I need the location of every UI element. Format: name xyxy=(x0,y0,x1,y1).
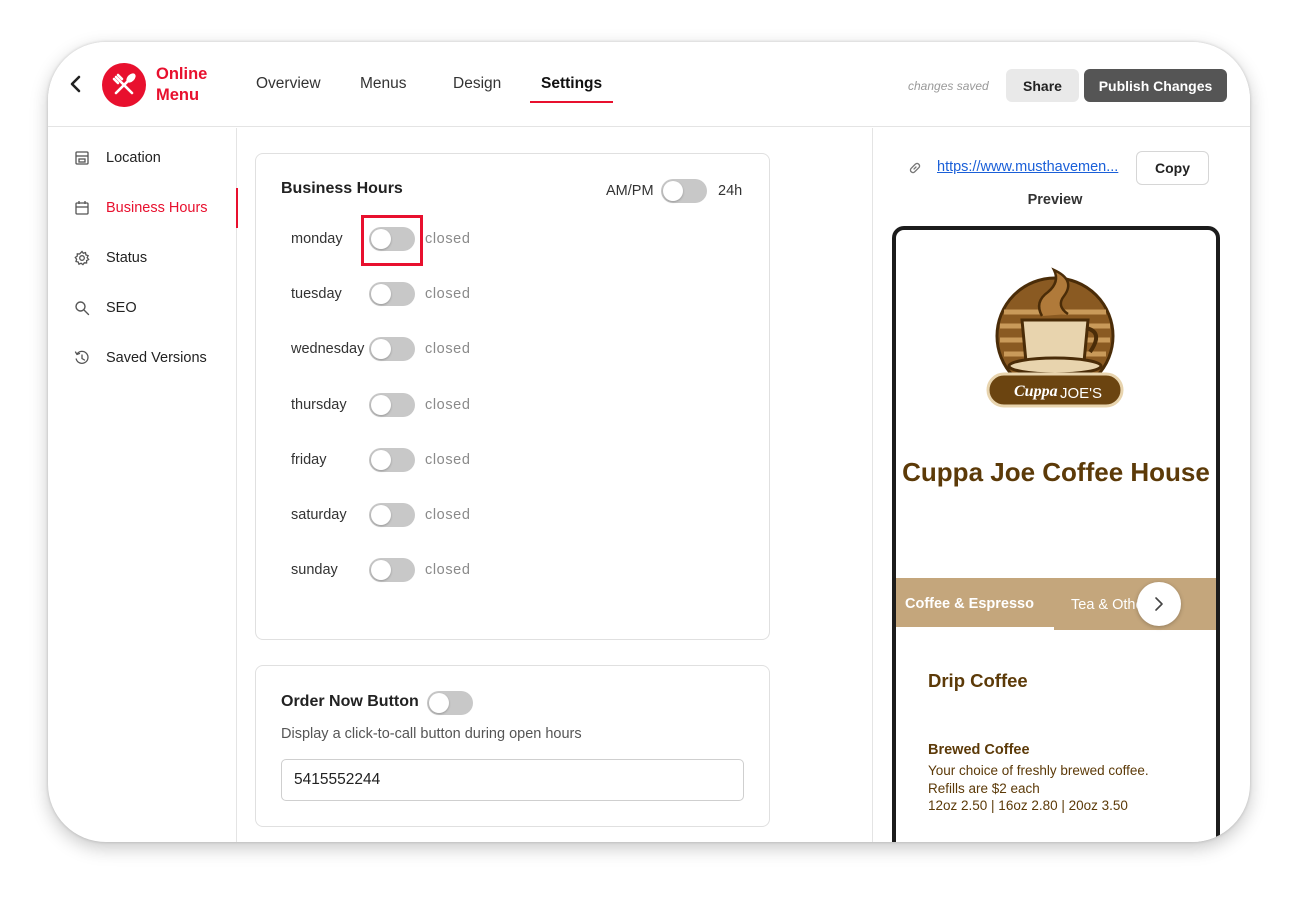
sidebar-item-location[interactable]: Location xyxy=(48,138,237,178)
logo-line-2: Menu xyxy=(156,86,200,104)
copy-url-button[interactable]: Copy xyxy=(1136,151,1209,185)
thursday-toggle[interactable] xyxy=(369,393,415,417)
toggle-knob xyxy=(371,560,391,580)
svg-text:JOE'S: JOE'S xyxy=(1060,385,1102,402)
day-status-thursday: closed xyxy=(425,397,471,413)
order-now-title: Order Now Button xyxy=(281,693,419,710)
time-format-toggle[interactable] xyxy=(661,179,707,203)
menu-item-description: Your choice of freshly brewed coffee. Re… xyxy=(928,763,1149,796)
link-icon xyxy=(909,162,921,174)
sidebar-item-label: SEO xyxy=(106,300,137,316)
day-name-sunday: sunday xyxy=(291,562,338,578)
preview-label: Preview xyxy=(1027,192,1083,208)
logo-text: Online Menu xyxy=(156,64,207,106)
saturday-toggle[interactable] xyxy=(369,503,415,527)
top-bar: Online Menu Overview Menus Design Settin… xyxy=(48,42,1250,127)
category-bar: Coffee & Espresso Tea & Other D xyxy=(896,578,1216,630)
sidebar-item-label: Location xyxy=(106,150,161,166)
day-status-wednesday: closed xyxy=(425,341,471,357)
store-icon xyxy=(75,151,89,165)
menu-section-title: Drip Coffee xyxy=(928,670,1028,691)
order-now-toggle[interactable] xyxy=(427,691,473,715)
share-button[interactable]: Share xyxy=(1006,69,1079,102)
sidebar-item-label: Status xyxy=(106,250,148,266)
friday-toggle[interactable] xyxy=(369,448,415,472)
tab-overview[interactable]: Overview xyxy=(256,75,321,93)
phone-preview: Cuppa JOE'S Cuppa Joe Coffee House Coffe… xyxy=(892,226,1220,842)
day-name-monday: monday xyxy=(291,231,343,247)
day-name-saturday: saturday xyxy=(291,507,347,523)
settings-main: Business Hours AM/PM 24h monday closed t… xyxy=(238,128,872,842)
menu-item-name: Brewed Coffee xyxy=(928,742,1030,758)
publish-changes-button[interactable]: Publish Changes xyxy=(1084,69,1227,102)
day-name-wednesday: wednesday xyxy=(291,341,365,357)
toggle-knob xyxy=(371,505,391,525)
order-now-card: Order Now Button Display a click-to-call… xyxy=(255,665,770,827)
search-icon xyxy=(75,301,90,316)
logo-line-1: Online xyxy=(156,65,208,83)
day-name-friday: friday xyxy=(291,452,327,468)
settings-sidebar: Location Business Hours Status SEO Saved… xyxy=(48,128,238,842)
toggle-knob xyxy=(371,339,391,359)
sidebar-item-business-hours[interactable]: Business Hours xyxy=(48,188,238,228)
tab-settings[interactable]: Settings xyxy=(541,75,602,93)
toggle-knob xyxy=(371,395,391,415)
sidebar-item-label: Saved Versions xyxy=(106,350,207,366)
24h-label: 24h xyxy=(718,183,743,199)
sunday-toggle[interactable] xyxy=(369,558,415,582)
day-status-friday: closed xyxy=(425,452,471,468)
wednesday-toggle[interactable] xyxy=(369,337,415,361)
business-name: Cuppa Joe Coffee House xyxy=(902,457,1210,487)
sidebar-item-saved-versions[interactable]: Saved Versions xyxy=(48,338,237,378)
business-hours-card: Business Hours AM/PM 24h monday closed t… xyxy=(255,153,770,640)
sidebar-item-label: Business Hours xyxy=(106,200,208,216)
calendar-icon xyxy=(75,201,89,215)
chevron-right-icon xyxy=(1155,597,1163,611)
day-name-tuesday: tuesday xyxy=(291,286,342,302)
day-status-sunday: closed xyxy=(425,562,471,578)
toggle-knob xyxy=(663,181,683,201)
app-window: Online Menu Overview Menus Design Settin… xyxy=(48,42,1250,842)
preview-panel: https://www.musthavemen... Copy Preview … xyxy=(872,128,1250,842)
toggle-knob xyxy=(429,693,449,713)
logo xyxy=(102,63,146,107)
highlight-box xyxy=(361,215,423,266)
category-next-button[interactable] xyxy=(1137,582,1181,626)
cuppa-joes-logo: Cuppa JOE'S xyxy=(986,267,1124,408)
day-status-tuesday: closed xyxy=(425,286,471,302)
fork-knife-icon xyxy=(112,73,136,95)
tuesday-toggle[interactable] xyxy=(369,282,415,306)
back-arrow-icon[interactable] xyxy=(68,72,84,96)
day-name-thursday: thursday xyxy=(291,397,347,413)
history-icon xyxy=(74,350,89,364)
order-now-description: Display a click-to-call button during op… xyxy=(281,726,582,742)
category-tab-coffee[interactable]: Coffee & Espresso xyxy=(905,596,1034,612)
toggle-knob xyxy=(371,450,391,470)
svg-text:Cuppa: Cuppa xyxy=(1014,383,1058,400)
sidebar-item-seo[interactable]: SEO xyxy=(48,288,237,328)
tab-menus[interactable]: Menus xyxy=(360,75,407,93)
gear-icon xyxy=(74,250,90,266)
sidebar-item-status[interactable]: Status xyxy=(48,238,237,278)
menu-url-link[interactable]: https://www.musthavemen... xyxy=(937,159,1118,175)
business-hours-title: Business Hours xyxy=(281,180,403,197)
tab-design[interactable]: Design xyxy=(453,75,501,93)
active-category-indicator xyxy=(896,627,1054,630)
day-status-monday: closed xyxy=(425,231,471,247)
ampm-label: AM/PM xyxy=(606,183,654,199)
menu-item-prices: 12oz 2.50 | 16oz 2.80 | 20oz 3.50 xyxy=(928,798,1128,813)
toggle-knob xyxy=(371,284,391,304)
active-tab-indicator xyxy=(530,101,613,103)
day-status-saturday: closed xyxy=(425,507,471,523)
phone-number-input[interactable] xyxy=(281,759,744,801)
save-status: changes saved xyxy=(908,79,989,93)
